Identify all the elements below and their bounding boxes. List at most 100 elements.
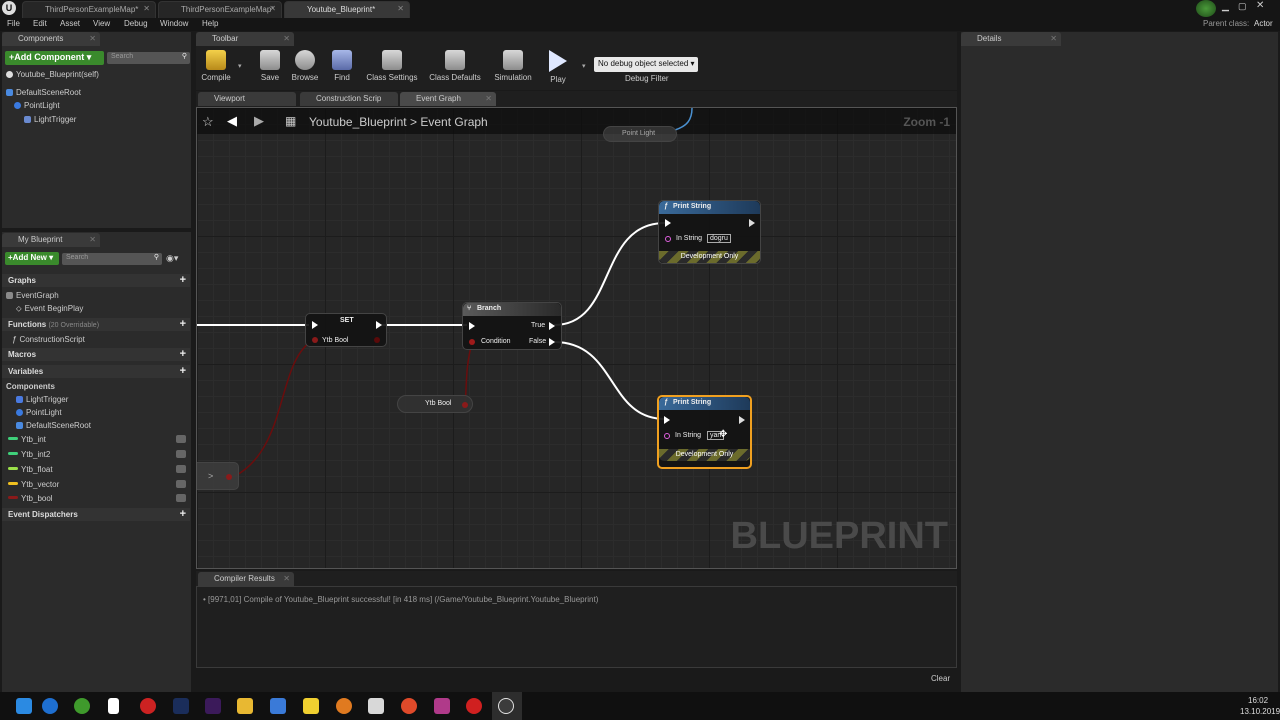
menu-help[interactable]: Help (202, 19, 218, 28)
exec-out-pin[interactable] (739, 416, 745, 424)
close-window-button[interactable]: ✕ (1256, 0, 1264, 11)
event-graph-canvas[interactable]: ☆ ◀ ▶ ▦ Youtube_Blueprint > Event Graph … (196, 107, 957, 569)
add-variable-icon[interactable]: + (180, 365, 186, 377)
visibility-eye-icon[interactable] (176, 494, 186, 502)
menu-debug[interactable]: Debug (124, 19, 148, 28)
components-subheader[interactable]: Components (6, 382, 55, 391)
premiere-icon[interactable] (205, 698, 221, 714)
add-dispatcher-icon[interactable]: + (180, 508, 186, 520)
condition-pin[interactable] (469, 339, 475, 345)
close-icon[interactable]: ✕ (269, 4, 276, 13)
tab-event-graph[interactable]: Event Graph ✕ (400, 92, 496, 106)
branch-false-pin[interactable] (549, 338, 555, 346)
play-button[interactable]: Play (536, 50, 580, 86)
variables-section-header[interactable]: Variables + (2, 365, 190, 378)
compile-options-chevron-icon[interactable]: ▾ (238, 62, 242, 70)
graph-item-event-beginplay[interactable]: ⬦ Event BeginPlay (16, 304, 83, 314)
add-function-icon[interactable]: + (180, 318, 186, 330)
tab-my-blueprint[interactable]: My Blueprint ✕ (2, 233, 100, 247)
set-variable-node[interactable]: SET Ytb Bool (305, 313, 387, 347)
menu-edit[interactable]: Edit (33, 19, 47, 28)
tree-item-lighttrigger[interactable]: LightTrigger (24, 115, 76, 124)
add-component-button[interactable]: +Add Component ▾ (5, 51, 104, 65)
in-string-pin[interactable] (665, 236, 671, 242)
point-light-node[interactable]: Point Light (603, 126, 677, 142)
add-graph-icon[interactable]: + (180, 274, 186, 286)
doc-tab-youtube-blueprint[interactable]: Youtube_Blueprint* ✕ (284, 1, 410, 18)
windows-icon[interactable] (16, 698, 32, 714)
graph-item-eventgraph[interactable]: EventGraph (6, 291, 59, 300)
var-ytb-float[interactable]: Ytb_float (8, 465, 53, 474)
visibility-eye-icon[interactable] (176, 435, 186, 443)
photoshop-icon[interactable] (173, 698, 189, 714)
close-icon[interactable]: ✕ (283, 34, 290, 43)
tab-details[interactable]: Details ✕ (961, 32, 1061, 46)
var-ytb-int[interactable]: Ytb_int (8, 435, 46, 444)
exec-out-pin[interactable] (749, 219, 755, 227)
close-icon[interactable]: ✕ (485, 94, 492, 103)
doc-tab-1[interactable]: ThirdPersonExampleMap* ✕ (22, 1, 156, 18)
exec-in-pin[interactable] (469, 322, 475, 330)
branch-true-pin[interactable] (549, 322, 555, 330)
close-icon[interactable]: ✕ (89, 235, 96, 244)
var-ytb-vector[interactable]: Ytb_vector (8, 480, 59, 489)
paint-icon[interactable] (368, 698, 384, 714)
chrome-icon[interactable] (401, 698, 417, 714)
tab-viewport[interactable]: Viewport (198, 92, 296, 106)
notes-icon[interactable] (303, 698, 319, 714)
view-options-icon[interactable]: ◉▾ (166, 253, 178, 264)
exec-in-pin[interactable] (664, 416, 670, 424)
tree-item-defaultsceneroot[interactable]: DefaultSceneRoot (6, 88, 81, 97)
close-icon[interactable]: ✕ (143, 4, 150, 13)
maximize-button[interactable]: ▢ (1238, 1, 1247, 12)
branch-node[interactable]: ⑂ Branch True Condition False (462, 302, 562, 350)
bool-out-pin[interactable] (226, 474, 232, 480)
class-settings-button[interactable]: Class Settings (364, 50, 420, 86)
function-item-constructionscript[interactable]: ƒ ConstructionScript (12, 335, 85, 344)
menu-window[interactable]: Window (160, 19, 188, 28)
var-ytb-bool[interactable]: Ytb_bool (8, 494, 53, 503)
visibility-eye-icon[interactable] (176, 465, 186, 473)
record-icon[interactable] (140, 698, 156, 714)
blender-icon[interactable] (336, 698, 352, 714)
bool-in-pin[interactable] (312, 337, 318, 343)
exec-out-pin[interactable] (376, 321, 382, 329)
unreal-logo-icon[interactable]: U (2, 1, 16, 15)
tab-components[interactable]: Components ✕ (2, 32, 100, 46)
file-icon[interactable] (108, 698, 119, 714)
mixer-icon[interactable] (434, 698, 450, 714)
compile-button[interactable]: Compile (194, 50, 238, 86)
exec-in-pin[interactable] (312, 321, 318, 329)
visibility-eye-icon[interactable] (176, 480, 186, 488)
debug-object-select[interactable]: No debug object selected ▾ (594, 57, 698, 72)
clear-button-visible[interactable]: Clear (931, 674, 950, 683)
menu-view[interactable]: View (93, 19, 110, 28)
var-defaultsceneroot[interactable]: DefaultSceneRoot (16, 421, 91, 430)
bool-out-pin[interactable] (462, 402, 468, 408)
exec-in-pin[interactable] (665, 219, 671, 227)
macros-section-header[interactable]: Macros + (2, 348, 190, 361)
opera-icon[interactable] (466, 698, 482, 714)
var-lighttrigger[interactable]: LightTrigger (16, 395, 68, 404)
tree-item-self[interactable]: Youtube_Blueprint(self) (6, 70, 99, 79)
ytb-bool-getter-node[interactable]: Ytb Bool (397, 395, 473, 413)
print-string-node-false[interactable]: ƒ Print String In String yan ✥ Developmen… (657, 395, 752, 469)
clock-date[interactable]: 13.10.2019 (1240, 707, 1280, 716)
tab-toolbar[interactable]: Toolbar ✕ (196, 32, 294, 46)
simulation-button[interactable]: Simulation (490, 50, 536, 86)
components-search-input[interactable]: Search ⚲ (107, 52, 190, 64)
close-icon[interactable]: ✕ (397, 4, 404, 13)
my-blueprint-search-input[interactable]: Search ⚲ (62, 253, 162, 265)
print-string-node-true[interactable]: ƒ Print String In String dogru Developmen… (658, 200, 761, 264)
menu-file[interactable]: File (7, 19, 20, 28)
source-control-icon[interactable] (1196, 0, 1216, 17)
minimize-button[interactable]: ▁ (1222, 1, 1229, 12)
clock-time[interactable]: 16:02 (1248, 696, 1268, 705)
tab-compiler-results[interactable]: Compiler Results ✕ (198, 572, 294, 586)
tab-construction-script[interactable]: Construction Scrip (300, 92, 398, 106)
explorer-icon[interactable] (237, 698, 253, 714)
in-string-value-input[interactable]: dogru (707, 234, 731, 243)
app-icon[interactable] (74, 698, 90, 714)
reroute-node[interactable]: > (197, 462, 239, 490)
menu-asset[interactable]: Asset (60, 19, 80, 28)
